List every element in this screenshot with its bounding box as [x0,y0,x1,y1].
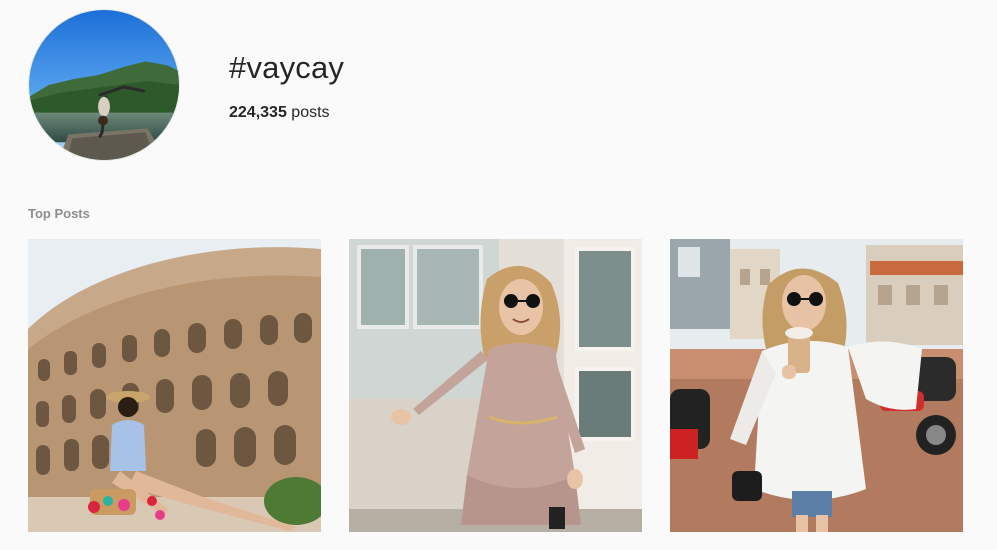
post-count-suffix: posts [286,104,330,121]
post-thumbnail-2[interactable] [349,239,642,532]
post-count: 224,335 posts [229,102,330,124]
hashtag-avatar[interactable] [28,9,180,161]
hashtag-page: #vaycay 224,335 posts Top Posts [0,0,997,550]
post-count-number: 224,335 [229,104,287,121]
colosseum-photo-icon [28,239,321,532]
city-coffee-photo-icon [670,239,963,532]
street-fashion-photo-icon [349,239,642,532]
post-thumbnail-1[interactable] [28,239,321,532]
post-thumbnail-3[interactable] [670,239,963,532]
top-posts-heading: Top Posts [28,206,90,221]
hashtag-cover-photo-icon [29,10,179,160]
page-title: #vaycay [229,50,345,85]
